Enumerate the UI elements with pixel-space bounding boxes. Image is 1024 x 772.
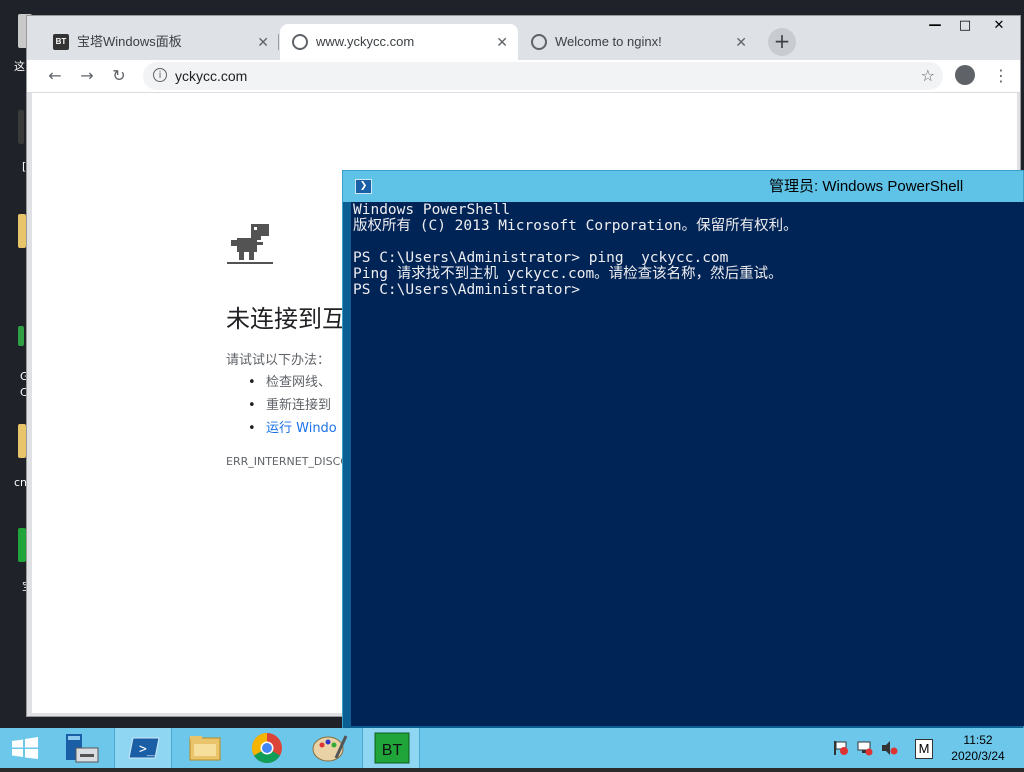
paint-palette-icon [312,735,348,762]
desktop-icon-label: 这 [14,60,25,73]
minimize-button[interactable]: — [920,16,950,38]
menu-kebab-icon[interactable]: ⋮ [993,64,1009,88]
powershell-window: ❯ 管理员: Windows PowerShell Windows PowerS… [342,170,1024,730]
console-line: Windows PowerShell [353,202,511,218]
close-tab-icon[interactable]: ✕ [496,24,508,60]
window-title: 管理员: Windows PowerShell [769,178,964,195]
taskbar-server-manager[interactable] [54,728,112,768]
tab-label: www.yckycc.com [316,34,415,49]
back-arrow-icon[interactable]: ← [43,64,67,88]
star-icon[interactable]: ☆ [921,62,935,90]
bt-favicon-icon: BT [53,34,69,50]
taskbar-clock[interactable]: 11:52 2020/3/24 [936,732,1020,764]
chrome-icon [251,733,282,764]
close-window-button[interactable]: ✕ [984,16,1014,38]
error-suggestion-list: 检查网线、 重新连接到 运行 Windo [226,373,337,442]
windows-logo-icon [12,737,38,759]
error-title: 未连接到互 [226,306,346,333]
desktop-icon-recycle[interactable]: [ [8,110,28,173]
desktop-icon-chrome[interactable]: G C [8,326,29,399]
new-tab-button[interactable]: + [768,28,796,56]
console-line: 版权所有 (C) 2013 Microsoft Corporation。保留所有… [353,218,798,234]
tab-nginx[interactable]: Welcome to nginx! ✕ [519,24,757,60]
address-bar[interactable]: i yckycc.com ☆ [143,62,943,90]
chrome-icon [18,326,24,346]
tab-label: Welcome to nginx! [555,34,662,49]
tab-strip: BT 宝塔Windows面板 ✕ www.yckycc.com ✕ Welcom… [27,16,1020,60]
folder-icon [189,736,221,761]
powershell-titlebar[interactable]: ❯ 管理员: Windows PowerShell [343,171,1023,202]
error-code: ERR_INTERNET_DISCO [226,455,349,468]
tab-separator [278,34,279,50]
desktop-icon-folder-cnc[interactable]: cnc [8,424,33,489]
diagnostics-link[interactable]: 运行 Windo [226,419,337,442]
taskbar-bt-panel[interactable]: BT [362,728,420,768]
action-center-flag-icon[interactable] [832,740,850,756]
network-icon[interactable] [856,740,874,756]
console-line: PS C:\Users\Administrator> ping yckycc.c… [353,250,729,266]
close-tab-icon[interactable]: ✕ [257,24,269,60]
desktop-icon-folder-1[interactable] [8,214,28,254]
maximize-button[interactable]: □ [950,16,980,38]
powershell-icon: >_ [128,737,160,759]
profile-icon[interactable] [955,65,975,85]
url-text[interactable]: yckycc.com [175,62,247,90]
dinosaur-icon [227,224,273,264]
bt-icon: BT [374,732,410,764]
tab-bt-panel[interactable]: BT 宝塔Windows面板 ✕ [41,24,279,60]
list-item: 检查网线、 [226,373,337,396]
globe-icon [292,34,308,50]
tab-label: 宝塔Windows面板 [77,34,182,49]
browser-toolbar: ← → ↻ i yckycc.com ☆ ⋮ [27,60,1020,93]
svg-text:>_: >_ [139,742,155,757]
info-icon[interactable]: i [153,68,167,82]
close-tab-icon[interactable]: ✕ [735,24,747,60]
start-button[interactable] [0,728,58,768]
folder-icon [18,214,26,248]
list-item: 重新连接到 [226,396,337,419]
globe-icon [531,34,547,50]
volume-muted-icon[interactable] [880,740,898,756]
taskbar-chrome[interactable] [238,728,296,768]
reload-icon[interactable]: ↻ [107,64,131,88]
taskbar: >_ BT M 11:52 2020/3/24 [0,728,1024,768]
error-suggestion-heading: 请试试以下办法： [226,353,331,368]
clock-time: 11:52 [963,733,993,747]
desktop-icon-this-pc[interactable]: 这 [8,14,32,73]
taskbar-paint[interactable] [300,728,358,768]
server-manager-icon [66,734,99,763]
bt-icon [18,528,26,562]
tab-yckycc[interactable]: www.yckycc.com ✕ [280,24,518,60]
console-output[interactable]: Windows PowerShell 版权所有 (C) 2013 Microso… [351,202,1024,726]
bt-label: BT [382,742,403,759]
taskbar-powershell[interactable]: >_ [114,728,172,768]
taskbar-file-explorer[interactable] [176,728,234,768]
folder-icon [18,424,26,458]
console-line: PS C:\Users\Administrator> [353,282,580,298]
desktop-icon-bt[interactable]: 宝 [8,528,33,593]
console-line: Ping 请求找不到主机 yckycc.com。请检查该名称，然后重试。 [353,266,783,282]
powershell-icon: ❯ [355,179,372,194]
recycle-bin-icon [18,110,24,144]
forward-arrow-icon[interactable]: → [75,64,99,88]
clock-date: 2020/3/24 [951,749,1005,763]
ime-indicator[interactable]: M [915,739,933,759]
